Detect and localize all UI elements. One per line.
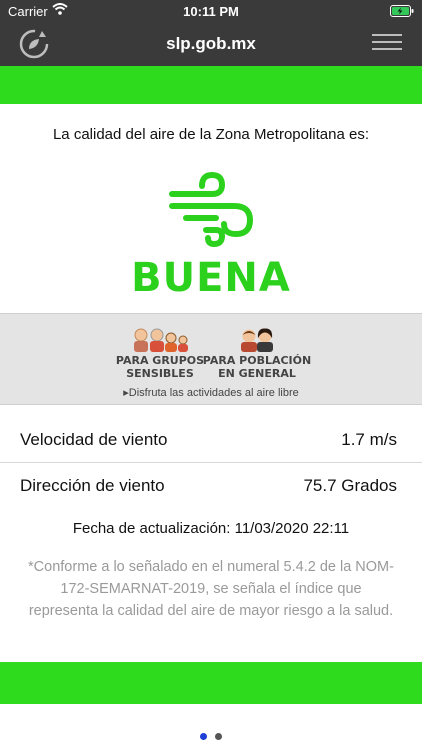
wind-speed-value: 1.7 m/s xyxy=(341,430,397,449)
general-population: PARA POBLACIÓN EN GENERAL xyxy=(202,328,312,380)
navigation-bar: slp.gob.mx xyxy=(0,22,422,66)
battery-charging-icon xyxy=(390,5,414,20)
sensitive-groups-line1: PARA GRUPOS xyxy=(115,354,205,367)
divider xyxy=(0,462,422,463)
disclaimer-text: *Conforme a lo señalado en el numeral 5.… xyxy=(28,559,394,619)
wind-direction-row: Dirección de viento 75.7 Grados xyxy=(20,476,397,496)
wind-icon xyxy=(166,170,258,255)
top-green-band xyxy=(0,66,422,104)
page-title: slp.gob.mx xyxy=(166,34,256,53)
page-dot-inactive[interactable] xyxy=(215,733,222,740)
last-updated: Fecha de actualización: 11/03/2020 22:11 xyxy=(72,520,350,537)
wind-direction-label: Dirección de viento xyxy=(20,476,165,495)
elderly-family-icon xyxy=(110,328,210,352)
general-population-line1: PARA POBLACIÓN xyxy=(202,354,312,367)
status-bar: Carrier 10:11 PM xyxy=(0,0,422,22)
general-population-line2: EN GENERAL xyxy=(218,367,296,380)
air-quality-level: BUENA xyxy=(131,255,291,301)
groups-panel: PARA GRUPOS SENSIBLES PARA POBLACIÓN EN … xyxy=(0,313,422,405)
wind-speed-row: Velocidad de viento 1.7 m/s xyxy=(20,430,397,450)
sensitive-groups: PARA GRUPOS SENSIBLES xyxy=(110,328,210,380)
activity-note: ▸Disfruta las actividades al aire libre xyxy=(123,387,299,399)
sensitive-groups-line2: SENSIBLES xyxy=(126,367,194,380)
bottom-green-band xyxy=(0,662,422,704)
wind-speed-label: Velocidad de viento xyxy=(20,430,168,449)
hamburger-menu-icon[interactable] xyxy=(372,34,402,54)
air-quality-intro: La calidad del aire de la Zona Metropoli… xyxy=(52,126,370,143)
page-dot-active[interactable] xyxy=(200,733,207,740)
wind-direction-value: 75.7 Grados xyxy=(303,476,397,495)
adults-icon xyxy=(202,328,312,352)
clock: 10:11 PM xyxy=(183,4,239,19)
page-indicator[interactable] xyxy=(0,727,422,745)
